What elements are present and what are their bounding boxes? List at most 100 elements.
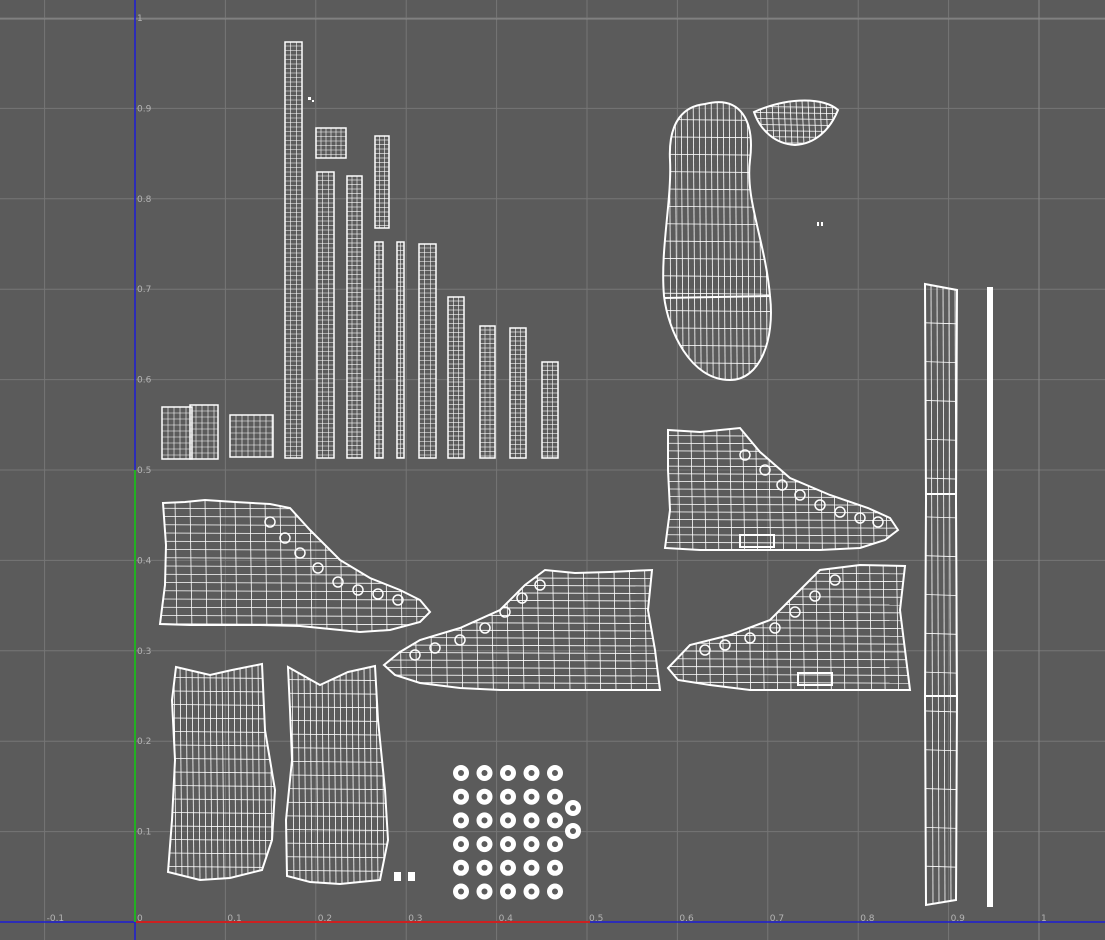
lace-strip[interactable] [346,175,363,459]
v-tick-label: 0.6 [137,376,152,386]
eyelet-uv[interactable] [523,859,540,876]
v-tick-label: 0.1 [137,828,151,838]
lace-strip[interactable] [541,361,559,459]
eyelet-uv[interactable] [453,765,469,781]
eyelet-ring [352,584,364,596]
lace-strip[interactable] [284,41,303,459]
eyelet-uv[interactable] [565,823,581,839]
u-tick-label: 0.5 [589,914,603,924]
eyelet-ring [479,622,491,634]
eyelet-uv[interactable] [547,765,563,781]
v-tick-label: 0.3 [137,647,151,657]
eyelet-uv[interactable] [523,765,540,781]
eyelet-ring [534,579,546,591]
v-tick-label: 0.7 [137,285,151,295]
uv-shell-tongue-left[interactable] [166,662,277,882]
lace-strip[interactable] [374,135,390,229]
eyelet-ring [872,516,884,528]
lace-strip[interactable] [374,241,384,459]
eyelet-uv[interactable] [523,788,540,805]
eyelet-uv[interactable] [547,883,563,900]
uv-shell-shoe-outer-side-right-lower[interactable] [666,563,912,691]
lace-strip[interactable] [316,171,335,459]
eyelet-uv[interactable] [453,836,469,853]
eyelet-ring [854,512,866,524]
eyelet-uv[interactable] [500,836,516,853]
eyelet-uv[interactable] [500,788,516,805]
eyelet-ring [372,588,384,600]
eyelet-uv[interactable] [500,883,516,900]
v-tick-label: 0.5 [137,466,151,476]
eyelet-uv[interactable] [547,859,563,876]
eyelet-uv[interactable] [500,765,516,781]
eyelet-ring [294,547,306,559]
u-tick-label: 0.4 [499,914,514,924]
eyelet-ring [699,644,711,656]
uv-shell-tongue-right[interactable] [284,664,390,886]
lace-strip[interactable] [509,327,527,459]
uv-shell-sole[interactable] [662,101,772,382]
u-tick-label: -0.1 [47,914,65,924]
uv-shell-shoe-outer-side-right-upper[interactable] [663,426,900,551]
eyelet-uv[interactable] [500,812,516,829]
v-tick-label: 0.9 [137,104,152,114]
eyelet-ring [719,639,731,651]
uv-shell-shoe-outer-side-center[interactable] [382,568,662,691]
eyelet-uv[interactable] [453,859,469,876]
eyelet-uv[interactable] [476,765,493,781]
v-tick-label: 0.2 [137,737,151,747]
eyelet-uv[interactable] [547,836,563,853]
eyelet-uv[interactable] [500,859,516,876]
eyelet-ring [454,634,466,646]
eyelet-ring [312,562,324,574]
eyelet-uv[interactable] [476,859,493,876]
u-tick-label: 0.9 [951,914,966,924]
axis-tick-labels: -0.1 0 0.1 0.2 0.3 0.4 0.5 0.6 0.7 0.8 0.9 1 0.1 0.2 0… [47,14,1047,924]
eyelet-ring [794,489,806,501]
eyelet-uv[interactable] [547,812,563,829]
uv-shell-small-patches[interactable] [161,404,274,460]
eyelet-uv[interactable] [547,788,563,805]
lace-strip[interactable] [315,127,347,159]
small-patch[interactable] [189,404,219,460]
uv-shell-shoe-outer-side-left[interactable] [158,498,432,634]
small-patch[interactable] [229,414,274,458]
eyelet-uv[interactable] [565,800,581,816]
u-tick-label: 0.6 [679,914,694,924]
v-tick-label: 1 [137,14,143,24]
eyelet-uv[interactable] [476,883,493,900]
eyelet-uv[interactable] [523,812,540,829]
lace-strip[interactable] [418,243,437,459]
u-tick-label: 0.1 [227,914,241,924]
v-tick-label: 0.4 [137,556,152,566]
eyelet-uv[interactable] [476,812,493,829]
uv-shell-eyelet-grid[interactable] [453,765,581,900]
eyelet-ring [409,649,421,661]
uv-shell-thin-rim-strip[interactable] [987,287,993,907]
lace-strip[interactable] [479,325,496,459]
eyelet-uv[interactable] [523,836,540,853]
eyelet-ring [516,592,528,604]
eyelet-uv[interactable] [453,812,469,829]
eyelet-ring [829,574,841,586]
u-tick-label: 0 [137,914,143,924]
v-tick-label: 0.8 [137,195,152,205]
eyelet-uv[interactable] [453,788,469,805]
eyelet-uv[interactable] [476,836,493,853]
uv-viewport[interactable]: -0.1 0 0.1 0.2 0.3 0.4 0.5 0.6 0.7 0.8 0.9 1 0.1 0.2 0… [0,0,1105,940]
uv-shell-toe-cap[interactable] [752,99,840,147]
u-tick-label: 0.8 [860,914,875,924]
eyelet-uv[interactable] [476,788,493,805]
eyelet-uv[interactable] [523,883,540,900]
lace-strip[interactable] [396,241,405,459]
lace-strip[interactable] [447,296,465,459]
eyelet-uv[interactable] [453,883,469,900]
u-tick-label: 1 [1041,914,1047,924]
small-patch[interactable] [161,406,193,460]
uv-texture-editor: -0.1 0 0.1 0.2 0.3 0.4 0.5 0.6 0.7 0.8 0.9 1 0.1 0.2 0… [0,0,1105,940]
uv-shell-tall-rim-strip[interactable] [923,282,959,907]
u-tick-label: 0.7 [770,914,784,924]
uv-shell-lace-strips[interactable] [284,41,559,459]
u-tick-label: 0.3 [408,914,422,924]
eyelet-ring [809,590,821,602]
